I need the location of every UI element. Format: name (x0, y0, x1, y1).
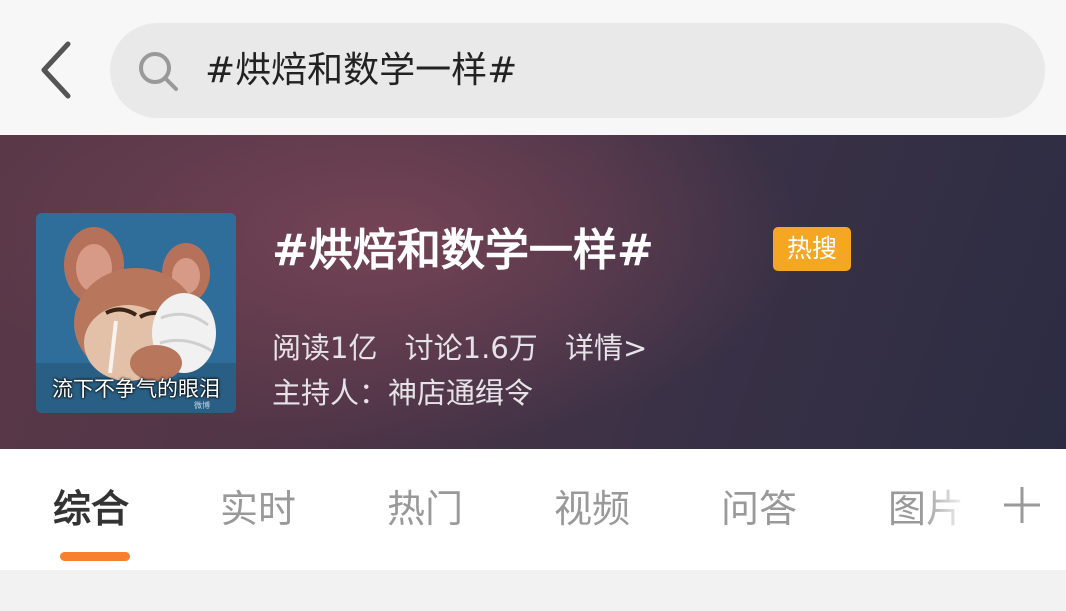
topic-host: 主持人：神店通缉令 (272, 376, 534, 410)
topic-avatar: 微博 流下不争气的眼泪 (36, 213, 236, 413)
tab-comprehensive[interactable]: 综合 (53, 484, 129, 534)
active-tab-indicator (60, 552, 130, 561)
tab-overflow-fade (920, 449, 990, 570)
avatar-caption: 流下不争气的眼泪 (52, 377, 220, 401)
plus-icon (1004, 487, 1040, 523)
tab-video[interactable]: 视频 (554, 484, 630, 534)
tab-bar: 综合 实时 热门 视频 问答 图片 (0, 449, 1066, 570)
back-arrow-icon (41, 41, 71, 99)
topic-banner: 微博 流下不争气的眼泪 #烘焙和数学一样# 热搜 阅读1亿 讨论1.6万 详情>… (0, 135, 1066, 449)
discussion-count: 讨论1.6万 (404, 331, 538, 365)
search-header: #烘焙和数学一样# (0, 0, 1066, 135)
content-area (0, 570, 1066, 611)
tab-realtime[interactable]: 实时 (220, 484, 296, 534)
details-link[interactable]: 详情> (565, 331, 647, 365)
back-button[interactable] (28, 40, 84, 100)
topic-title: #烘焙和数学一样# (272, 225, 654, 276)
tab-hot[interactable]: 热门 (387, 484, 463, 534)
read-count: 阅读1亿 (272, 331, 378, 365)
search-icon (139, 52, 178, 91)
topic-stats: 阅读1亿 讨论1.6万 详情> (272, 328, 665, 368)
search-query: #烘焙和数学一样# (205, 50, 518, 91)
search-input[interactable]: #烘焙和数学一样# (110, 23, 1045, 118)
hot-search-badge: 热搜 (773, 227, 851, 271)
tab-qa[interactable]: 问答 (721, 484, 797, 534)
add-tab-button[interactable] (992, 475, 1052, 535)
